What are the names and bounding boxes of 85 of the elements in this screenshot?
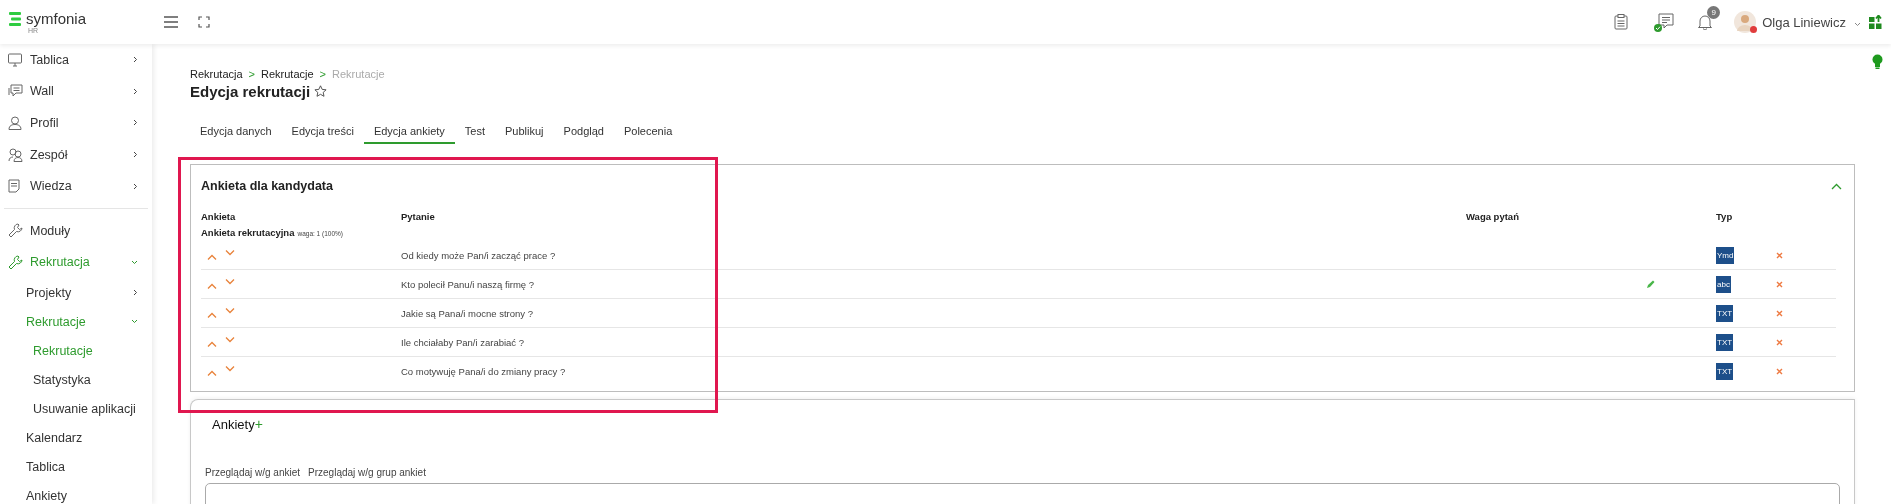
sidebar-item[interactable]: Kalendarz xyxy=(0,423,152,453)
sidebar-item[interactable]: Wiedza xyxy=(0,170,152,202)
move-down-icon[interactable] xyxy=(225,308,235,314)
move-down-icon[interactable] xyxy=(225,366,235,372)
move-down-icon[interactable] xyxy=(225,337,235,343)
question-text: Kto polecił Panu/i naszą firmę ? xyxy=(401,278,535,290)
move-down-icon[interactable] xyxy=(225,250,235,256)
sidebar-item[interactable]: Rekrutacje xyxy=(0,336,152,366)
apps-icon[interactable] xyxy=(1869,15,1883,29)
caret-icon[interactable] xyxy=(1854,21,1861,27)
notification-badge: 9 xyxy=(1707,6,1721,19)
column-header: Waga pytań xyxy=(1466,210,1519,222)
sidebar-item[interactable]: Rekrutacje xyxy=(0,307,152,337)
team-icon xyxy=(8,147,23,162)
sidebar-item[interactable]: Ankiety xyxy=(0,481,152,504)
lightbulb-icon[interactable] xyxy=(1872,54,1883,69)
wrench-icon xyxy=(8,254,23,270)
type-badge: Ymd xyxy=(1716,246,1735,264)
user-name[interactable]: Olga Liniewicz xyxy=(1762,14,1846,30)
breadcrumb-separator: > xyxy=(248,68,255,80)
breadcrumb-item[interactable]: Rekrutacje xyxy=(261,68,314,80)
type-badge: TXT xyxy=(1716,333,1734,351)
brand-name: symfonia xyxy=(26,10,87,27)
type-badge: abc xyxy=(1716,275,1731,293)
tab[interactable]: Polecenia xyxy=(613,120,683,144)
sidebar-item[interactable]: Tablica xyxy=(0,44,152,76)
tab[interactable]: Podgląd xyxy=(553,120,614,144)
sidebar-item[interactable]: Rekrutacja xyxy=(0,246,152,279)
add-link[interactable]: + xyxy=(254,416,263,432)
question-text: Od kiedy może Pan/i zacząć prace ? xyxy=(401,249,556,261)
move-up-icon[interactable] xyxy=(207,341,217,347)
breadcrumb-item[interactable]: Rekrutacja xyxy=(190,68,243,80)
delete-icon[interactable] xyxy=(1776,280,1783,288)
move-up-icon[interactable] xyxy=(207,312,217,318)
pencil-icon[interactable] xyxy=(1646,279,1655,289)
breadcrumb-separator: > xyxy=(319,68,327,80)
delete-icon[interactable] xyxy=(1776,309,1783,317)
sidebar-item[interactable]: Zespół xyxy=(0,138,152,171)
question-text: Ile chciałaby Pan/i zarabiać ? xyxy=(401,336,525,348)
avatar[interactable] xyxy=(1734,11,1757,33)
sidebar-item[interactable]: Profil xyxy=(0,107,152,139)
delete-icon[interactable] xyxy=(1776,367,1783,375)
document-icon xyxy=(8,179,20,194)
menu-icon[interactable] xyxy=(164,16,178,28)
question-text: Co motywuję Pana/i do zmiany pracy ? xyxy=(401,365,566,377)
bell-icon[interactable] xyxy=(1698,14,1713,30)
sidebar-item[interactable]: Tablica xyxy=(0,452,152,482)
panel-title: Ankiety xyxy=(212,416,255,432)
chat-icon xyxy=(8,84,23,99)
sidebar-item[interactable]: Wall xyxy=(0,75,152,108)
fullscreen-icon[interactable] xyxy=(198,16,210,28)
input-field[interactable] xyxy=(205,483,1840,504)
tab[interactable]: Publikuj xyxy=(495,120,554,144)
tab[interactable]: Test xyxy=(454,120,496,144)
card-title: Ankieta dla kandydata xyxy=(201,179,334,193)
move-up-icon[interactable] xyxy=(207,283,217,289)
delete-icon[interactable] xyxy=(1776,251,1783,259)
sidebar-item[interactable]: Usuwanie aplikacji xyxy=(0,394,152,424)
logo-icon xyxy=(8,10,22,27)
sidebar-item[interactable]: Projekty xyxy=(0,278,152,308)
move-up-icon[interactable] xyxy=(207,254,217,260)
clipboard-icon[interactable] xyxy=(1614,14,1629,30)
tab[interactable]: Edycja treści xyxy=(281,120,364,144)
type-badge: TXT xyxy=(1716,362,1734,380)
delete-icon[interactable] xyxy=(1776,338,1783,346)
column-header: Pytanie xyxy=(401,210,435,222)
wrench-icon xyxy=(8,223,23,239)
sidebar-item[interactable]: Statystyka xyxy=(0,365,152,395)
tab[interactable]: Edycja danych xyxy=(190,120,282,144)
question-text: Jakie są Pana/i mocne strony ? xyxy=(401,307,533,319)
column-header: Ankieta xyxy=(201,210,236,222)
tab[interactable]: Edycja ankiety xyxy=(363,120,455,144)
move-down-icon[interactable] xyxy=(225,279,235,285)
monitor-icon xyxy=(8,52,22,67)
sidebar-item[interactable]: Moduły xyxy=(0,214,152,247)
type-badge: TXT xyxy=(1716,304,1734,322)
star-icon[interactable] xyxy=(314,85,328,98)
collapse-icon[interactable] xyxy=(1831,182,1842,190)
breadcrumb-item: Rekrutacje xyxy=(332,68,385,80)
filter-link[interactable]: Przeglądaj w/g ankiet xyxy=(205,467,301,478)
filter-link[interactable]: Przeglądaj w/g grup ankiet xyxy=(308,467,426,478)
move-up-icon[interactable] xyxy=(207,370,217,376)
page-title: Edycja rekrutacji xyxy=(190,83,311,100)
user-icon xyxy=(8,116,22,130)
column-header: Typ xyxy=(1716,210,1733,222)
